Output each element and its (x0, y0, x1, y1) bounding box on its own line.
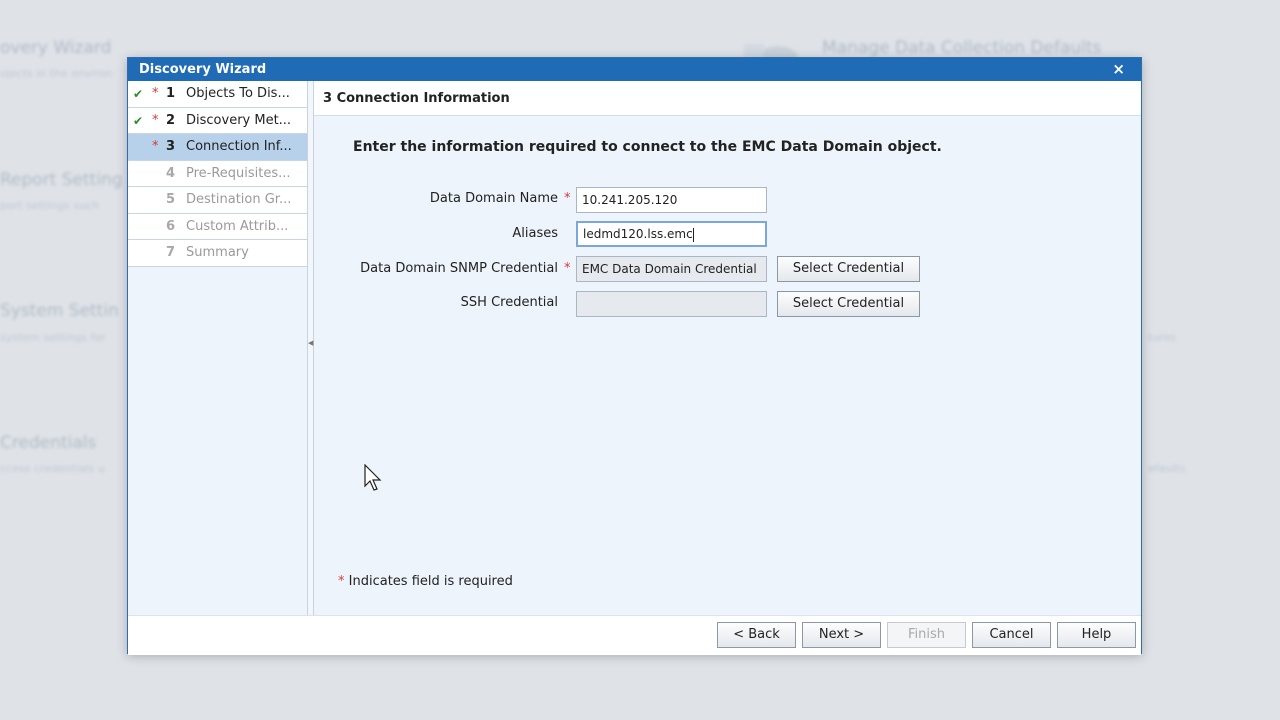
step-item[interactable]: ✔ * 1 Objects To Dis... (128, 81, 307, 108)
data-domain-name-label: Data Domain Name (429, 191, 558, 206)
dialog-titlebar[interactable]: Discovery Wizard × (128, 58, 1141, 81)
required-mark: * (564, 191, 571, 206)
step-label: Destination Gr... (186, 192, 292, 207)
required-mark: * (152, 86, 159, 101)
next-button[interactable]: Next > (802, 622, 881, 648)
required-note-text: Indicates field is required (348, 574, 513, 589)
step-label: Objects To Dis... (186, 86, 290, 101)
snmp-credential-label: Data Domain SNMP Credential (360, 261, 558, 276)
step-number: 4 (166, 165, 176, 181)
close-icon[interactable]: × (1112, 58, 1125, 80)
finish-button: Finish (887, 622, 966, 648)
check-icon: ✔ (133, 87, 144, 101)
required-mark: * (338, 574, 345, 589)
back-button[interactable]: < Back (717, 622, 796, 648)
wizard-steps: ✔ * 1 Objects To Dis... ✔ * 2 Discovery Met... *… (128, 81, 308, 615)
discovery-wizard-dialog: Discovery Wizard × ✔ * 1 Objects To Dis... ✔… (127, 57, 1142, 655)
aliases-value: ledmd120.lss.emc (583, 227, 693, 241)
dialog-footer: < Back Next > Finish Cancel Help (128, 615, 1141, 655)
step-content: 3 Connection Information Enter the infor… (314, 81, 1141, 615)
bg-subtitle-6: tures (1148, 331, 1177, 344)
aliases-input[interactable]: ledmd120.lss.emc (576, 221, 767, 247)
required-mark: * (152, 112, 159, 128)
bg-title-1: overy Wizard (0, 38, 112, 58)
step-number: 3 (166, 139, 176, 154)
required-mark: * (564, 261, 571, 276)
dialog-body: ✔ * 1 Objects To Dis... ✔ * 2 Discovery Met... *… (128, 81, 1141, 615)
step-number: 5 (166, 192, 176, 207)
text-caret (692, 227, 694, 242)
bg-subtitle-1: ojects in the environ (0, 67, 113, 80)
step-item: 6 Custom Attrib... (128, 213, 307, 240)
step-item[interactable]: * 3 Connection Inf... (128, 134, 307, 161)
select-ssh-credential-button[interactable]: Select Credential (777, 291, 920, 317)
bg-title-3: Report Setting (0, 170, 123, 190)
step-intro: Enter the information required to connec… (353, 139, 942, 155)
ssh-credential-field (576, 291, 767, 317)
bg-title-5: Credentials (0, 433, 97, 453)
collapse-arrow-icon[interactable]: ◀ (308, 339, 313, 347)
select-snmp-credential-button[interactable]: Select Credential (777, 256, 920, 282)
step-item: 7 Summary (128, 240, 307, 267)
step-number: 7 (166, 245, 176, 260)
step-number: 1 (166, 86, 176, 101)
step-item: 4 Pre-Requisites... (128, 160, 307, 187)
step-label: Discovery Met... (186, 112, 292, 128)
bg-subtitle-5: ccess credentials u (0, 462, 106, 475)
bg-title-4: System Settin (0, 301, 119, 321)
bg-title-2: Manage Data Collection Defaults (822, 38, 1102, 58)
ssh-credential-label: SSH Credential (460, 295, 558, 310)
dialog-title: Discovery Wizard (139, 62, 267, 77)
step-label: Summary (186, 245, 249, 260)
step-item[interactable]: ✔ * 2 Discovery Met... (128, 107, 307, 134)
required-note: * Indicates field is required (338, 574, 513, 589)
mouse-cursor-icon (364, 464, 382, 491)
snmp-credential-field: EMC Data Domain Credential (576, 256, 767, 282)
step-header: 3 Connection Information (314, 81, 1141, 116)
bg-subtitle-4: system settings for (0, 331, 106, 344)
step-label: Pre-Requisites... (186, 165, 291, 181)
aliases-label: Aliases (512, 226, 558, 241)
step-item: 5 Destination Gr... (128, 187, 307, 214)
bg-subtitle-3: port settings such (0, 199, 100, 212)
step-number: 2 (166, 112, 176, 128)
help-button[interactable]: Help (1057, 622, 1136, 648)
required-mark: * (152, 139, 159, 154)
data-domain-name-input[interactable]: 10.241.205.120 (576, 187, 767, 213)
step-number: 6 (166, 218, 176, 234)
cancel-button[interactable]: Cancel (972, 622, 1051, 648)
step-label: Connection Inf... (186, 139, 292, 154)
bg-subtitle-7: efaults (1148, 462, 1186, 475)
check-icon: ✔ (133, 113, 144, 128)
step-label: Custom Attrib... (186, 218, 289, 234)
